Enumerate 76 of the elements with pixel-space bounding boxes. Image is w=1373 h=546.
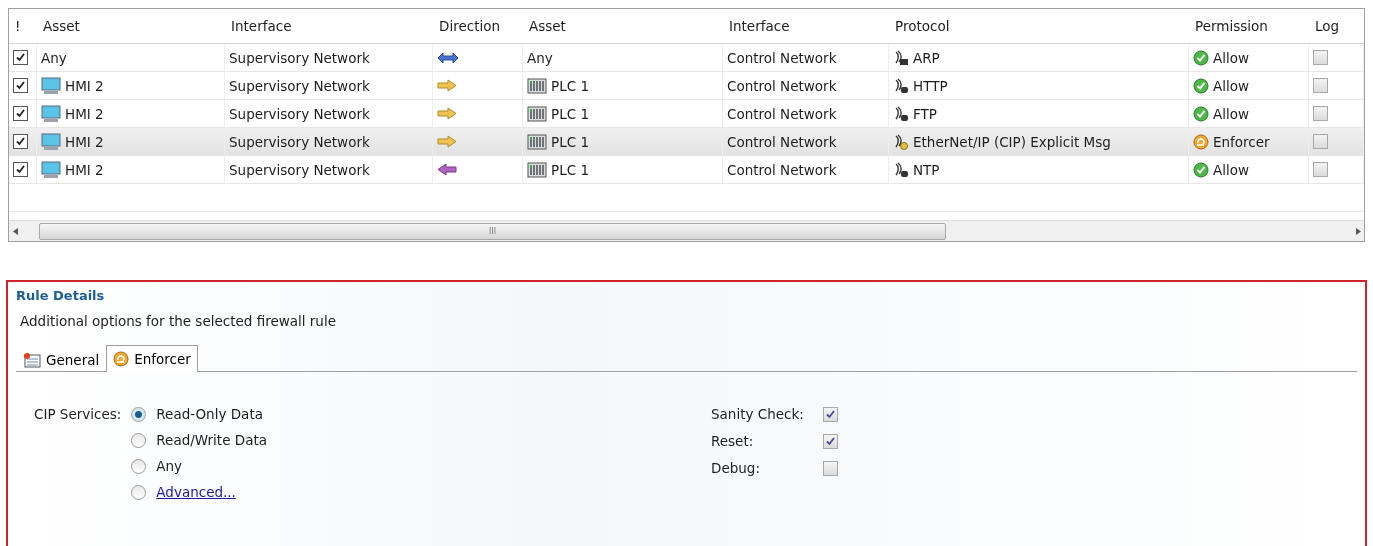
radio-label[interactable]: Read-Only Data — [156, 406, 263, 422]
log-checkbox[interactable] — [1313, 50, 1328, 65]
column-header[interactable]: Asset — [523, 18, 723, 34]
checkbox[interactable] — [823, 406, 838, 422]
table-cell: Any — [41, 49, 67, 66]
table-cell: Enforcer — [1213, 133, 1270, 150]
field-label: CIP Services: — [34, 406, 122, 422]
table-cell: HMI 2 — [65, 77, 104, 94]
column-header[interactable]: Interface — [225, 18, 433, 34]
table-cell: HMI 2 — [65, 161, 104, 178]
table-cell: Supervisory Network — [229, 49, 370, 66]
section-title: Rule Details — [16, 288, 106, 303]
table-cell: HTTP — [913, 77, 948, 94]
log-checkbox[interactable] — [1313, 78, 1328, 93]
log-checkbox[interactable] — [1313, 162, 1328, 177]
column-header[interactable]: Asset — [37, 18, 225, 34]
column-header[interactable]: Interface — [723, 18, 889, 34]
log-checkbox[interactable] — [1313, 106, 1328, 121]
table-cell: Allow — [1213, 77, 1250, 94]
column-header[interactable]: Protocol — [889, 18, 1189, 34]
scroll-left-icon[interactable] — [12, 227, 18, 235]
radio-button[interactable] — [131, 406, 147, 422]
field-label: Sanity Check: — [711, 406, 805, 422]
rule-row[interactable]: HMI 2 Supervisory Network PLC 1 Control Network NTP Allow — [9, 156, 1364, 184]
tab[interactable]: Enforcer — [106, 345, 198, 372]
table-cell: Control Network — [727, 49, 837, 66]
table-cell: Supervisory Network — [229, 133, 370, 150]
enabled-checkbox[interactable] — [13, 78, 28, 93]
table-cell: Control Network — [727, 77, 837, 94]
radio-label[interactable]: Read/Write Data — [156, 432, 267, 448]
radio-button[interactable] — [131, 432, 147, 448]
rule-row[interactable]: HMI 2 Supervisory Network PLC 1 Control Network EtherNet/IP (CIP) Explicit Msg Enforcer — [9, 128, 1364, 156]
advanced-link[interactable]: Advanced... — [156, 484, 236, 500]
table-cell: Supervisory Network — [229, 105, 370, 122]
table-cell: PLC 1 — [551, 105, 589, 122]
scrollbar-thumb[interactable]: III — [39, 222, 946, 240]
column-header[interactable]: Log — [1309, 18, 1364, 34]
table-cell: ARP — [913, 49, 940, 66]
rule-row[interactable]: HMI 2 Supervisory Network PLC 1 Control Network FTP Allow — [9, 100, 1364, 128]
enabled-checkbox[interactable] — [13, 50, 28, 65]
radio-button[interactable] — [131, 484, 147, 500]
table-cell: Supervisory Network — [229, 161, 370, 178]
tab[interactable]: General — [16, 347, 107, 371]
table-cell: Control Network — [727, 105, 837, 122]
enabled-checkbox[interactable] — [13, 162, 28, 177]
table-cell: Allow — [1213, 105, 1250, 122]
table-cell: NTP — [913, 161, 940, 178]
log-checkbox[interactable] — [1313, 134, 1328, 149]
table-cell: HMI 2 — [65, 105, 104, 122]
table-cell: HMI 2 — [65, 133, 104, 150]
scroll-right-icon[interactable] — [1355, 227, 1361, 235]
table-cell: Control Network — [727, 133, 837, 150]
radio-button[interactable] — [131, 458, 147, 474]
table-cell: PLC 1 — [551, 161, 589, 178]
table-cell: Supervisory Network — [229, 77, 370, 94]
field-label: Reset: — [711, 433, 755, 449]
field-label: Debug: — [711, 460, 761, 476]
table-cell: FTP — [913, 105, 937, 122]
checkbox[interactable] — [823, 460, 838, 476]
table-cell: PLC 1 — [551, 133, 589, 150]
table-cell: Allow — [1213, 161, 1250, 178]
column-header[interactable]: Permission — [1189, 18, 1309, 34]
checkbox[interactable] — [823, 433, 838, 449]
table-cell: EtherNet/IP (CIP) Explicit Msg — [913, 133, 1111, 150]
description-text: Additional options for the selected firewall rule — [20, 313, 337, 329]
rule-row[interactable]: HMI 2 Supervisory Network PLC 1 Control Network HTTP Allow — [9, 72, 1364, 100]
table-cell: Allow — [1213, 49, 1250, 66]
enabled-checkbox[interactable] — [13, 106, 28, 121]
radio-label[interactable]: Any — [156, 458, 183, 474]
rule-row[interactable]: Any Supervisory Network Any Control Network ARP Allow — [9, 44, 1364, 72]
enabled-checkbox[interactable] — [13, 134, 28, 149]
column-header[interactable]: Direction — [433, 18, 523, 34]
column-header[interactable]: ! — [9, 18, 37, 34]
table-cell: Any — [527, 49, 553, 66]
table-cell: Control Network — [727, 161, 837, 178]
table-cell: PLC 1 — [551, 77, 589, 94]
